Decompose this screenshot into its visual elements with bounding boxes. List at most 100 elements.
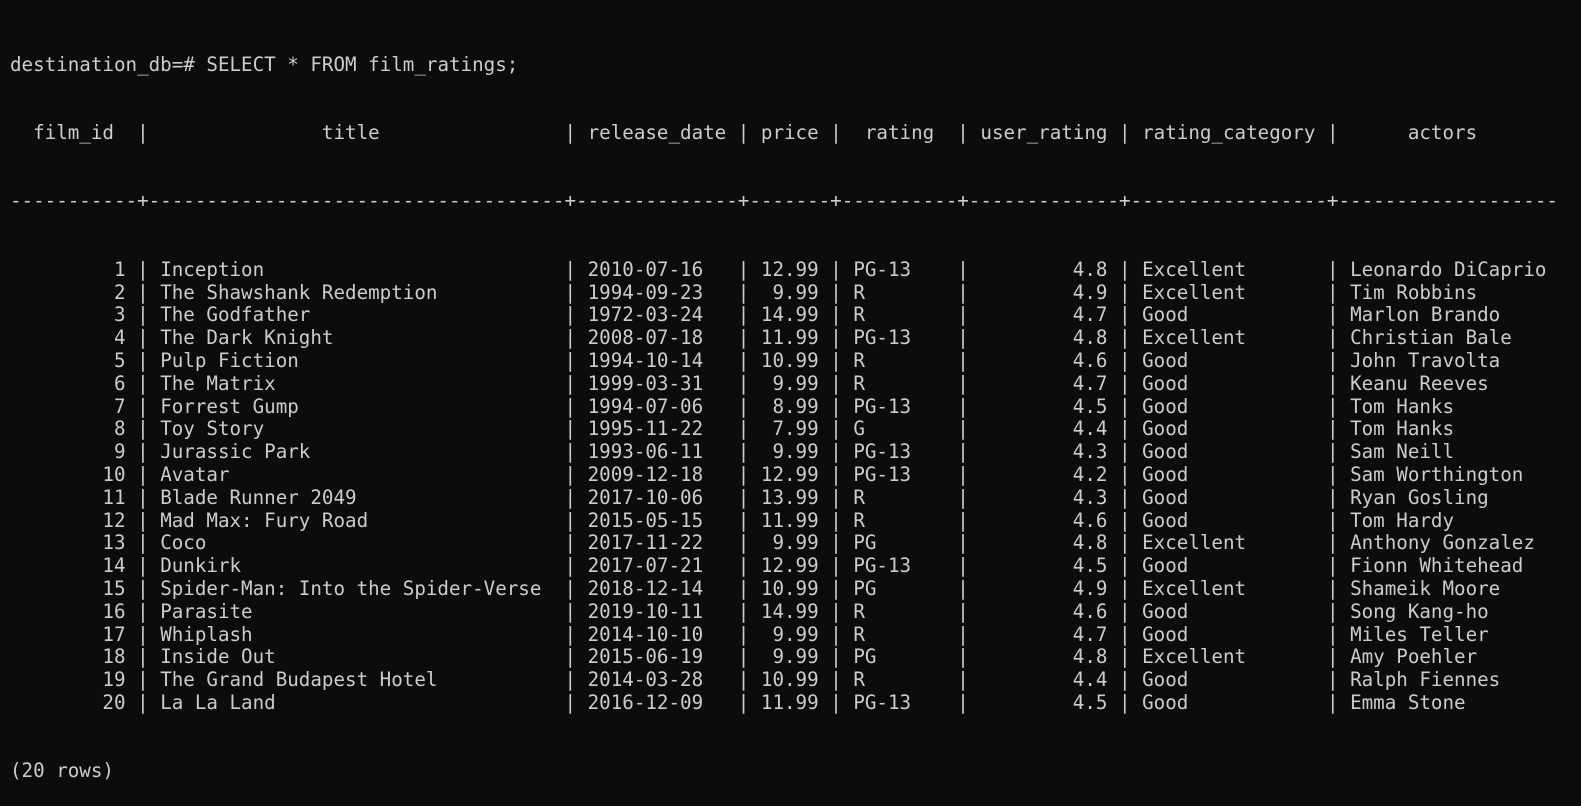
cell-title: Whiplash — [160, 623, 553, 646]
cell-rating-category: Excellent — [1142, 327, 1316, 350]
cell-price: 9.99 — [760, 281, 819, 304]
cell-price: 9.99 — [760, 623, 819, 646]
cell-user-rating: 4.5 — [980, 691, 1108, 714]
cell-price: 10.99 — [760, 669, 819, 692]
table-row: 19 | The Grand Budapest Hotel | 2014-03-… — [21, 669, 1547, 692]
cell-rating: PG — [853, 646, 946, 669]
cell-rating-category: Excellent — [1142, 258, 1316, 281]
cell-title: The Shawshank Redemption — [160, 281, 553, 304]
table-row: 1 | Inception | 2010-07-16 | 12.99 | PG-… — [21, 258, 1547, 281]
cell-price: 9.99 — [760, 532, 819, 555]
cell-price: 14.99 — [760, 600, 819, 623]
column-header-user-rating: user_rating — [980, 121, 1108, 144]
cell-film-id: 20 — [21, 691, 126, 714]
cell-price: 9.99 — [760, 646, 819, 669]
column-header-actors: actors — [1350, 121, 1547, 144]
cell-title: Spider-Man: Into the Spider-Verse — [160, 577, 553, 600]
cell-film-id: 5 — [21, 349, 126, 372]
cell-release-date: 1994-10-14 — [587, 349, 727, 372]
cell-film-id: 16 — [21, 600, 126, 623]
cell-rating: R — [853, 509, 946, 532]
cell-release-date: 2010-07-16 — [587, 258, 727, 281]
cell-title: Avatar — [160, 463, 553, 486]
cell-film-id: 8 — [21, 418, 126, 441]
cell-title: Parasite — [160, 600, 553, 623]
cell-rating: PG-13 — [853, 258, 946, 281]
cell-film-id: 12 — [21, 509, 126, 532]
cell-release-date: 1995-11-22 — [587, 418, 727, 441]
cell-user-rating: 4.7 — [980, 304, 1108, 327]
cell-actors: Amy Poehler — [1350, 646, 1547, 669]
cell-user-rating: 4.7 — [980, 372, 1108, 395]
table-row: 13 | Coco | 2017-11-22 | 9.99 | PG | 4.8… — [21, 532, 1547, 555]
table-separator: -----------+----------------------------… — [10, 190, 1558, 213]
table-row: 11 | Blade Runner 2049 | 2017-10-06 | 13… — [21, 486, 1547, 509]
cell-release-date: 2015-05-15 — [587, 509, 727, 532]
cell-film-id: 19 — [21, 669, 126, 692]
cell-rating: PG — [853, 532, 946, 555]
cell-rating: R — [853, 372, 946, 395]
cell-release-date: 2017-11-22 — [587, 532, 727, 555]
cell-rating-category: Good — [1142, 669, 1316, 692]
cell-film-id: 3 — [21, 304, 126, 327]
cell-actors: Miles Teller — [1350, 623, 1547, 646]
cell-release-date: 2015-06-19 — [587, 646, 727, 669]
cell-price: 12.99 — [760, 463, 819, 486]
cell-rating: R — [853, 349, 946, 372]
cell-actors: Leonardo DiCaprio — [1350, 258, 1547, 281]
cell-release-date: 2017-10-06 — [587, 486, 727, 509]
cell-title: The Matrix — [160, 372, 553, 395]
table-row: 2 | The Shawshank Redemption | 1994-09-2… — [21, 281, 1547, 304]
cell-actors: Emma Stone — [1350, 691, 1547, 714]
cell-actors: Marlon Brando — [1350, 304, 1547, 327]
cell-rating-category: Excellent — [1142, 532, 1316, 555]
cell-price: 10.99 — [760, 349, 819, 372]
cell-actors: John Travolta — [1350, 349, 1547, 372]
cell-title: Dunkirk — [160, 555, 553, 578]
cell-actors: Sam Worthington — [1350, 463, 1547, 486]
cell-release-date: 1994-07-06 — [587, 395, 727, 418]
cell-film-id: 17 — [21, 623, 126, 646]
cell-rating-category: Good — [1142, 691, 1316, 714]
cell-actors: Tim Robbins — [1350, 281, 1547, 304]
cell-price: 11.99 — [760, 327, 819, 350]
sql-command: SELECT * FROM film_ratings; — [206, 53, 519, 76]
table-row: 20 | La La Land | 2016-12-09 | 11.99 | P… — [21, 691, 1547, 714]
cell-price: 11.99 — [760, 691, 819, 714]
cell-price: 12.99 — [760, 258, 819, 281]
cell-rating-category: Excellent — [1142, 281, 1316, 304]
cell-release-date: 2014-03-28 — [587, 669, 727, 692]
cell-rating: R — [853, 281, 946, 304]
cell-actors: Fionn Whitehead — [1350, 555, 1547, 578]
column-header-title: title — [160, 121, 553, 144]
cell-price: 14.99 — [760, 304, 819, 327]
cell-price: 8.99 — [760, 395, 819, 418]
cell-rating-category: Good — [1142, 304, 1316, 327]
cell-rating-category: Excellent — [1142, 577, 1316, 600]
cell-rating: R — [853, 304, 946, 327]
cell-price: 11.99 — [760, 509, 819, 532]
cell-film-id: 4 — [21, 327, 126, 350]
terminal-window[interactable]: destination_db=# SELECT * FROM film_rati… — [10, 8, 1575, 806]
table-header: film_id | title | release_date | price |… — [21, 121, 1547, 144]
cell-title: Coco — [160, 532, 553, 555]
cell-title: Forrest Gump — [160, 395, 553, 418]
cell-actors: Song Kang-ho — [1350, 600, 1547, 623]
cell-title: The Godfather — [160, 304, 553, 327]
cell-release-date: 1994-09-23 — [587, 281, 727, 304]
command-line: destination_db=# SELECT * FROM film_rati… — [10, 54, 1575, 77]
cell-user-rating: 4.8 — [980, 646, 1108, 669]
column-header-rating: rating — [853, 121, 946, 144]
cell-release-date: 2009-12-18 — [587, 463, 727, 486]
cell-price: 9.99 — [760, 372, 819, 395]
cell-release-date: 1972-03-24 — [587, 304, 727, 327]
cell-film-id: 2 — [21, 281, 126, 304]
cell-film-id: 6 — [21, 372, 126, 395]
cell-film-id: 7 — [21, 395, 126, 418]
cell-rating-category: Good — [1142, 555, 1316, 578]
cell-rating: PG-13 — [853, 463, 946, 486]
cell-actors: Tom Hardy — [1350, 509, 1547, 532]
table-row: 6 | The Matrix | 1999-03-31 | 9.99 | R |… — [21, 372, 1547, 395]
cell-title: Inside Out — [160, 646, 553, 669]
cell-title: La La Land — [160, 691, 553, 714]
